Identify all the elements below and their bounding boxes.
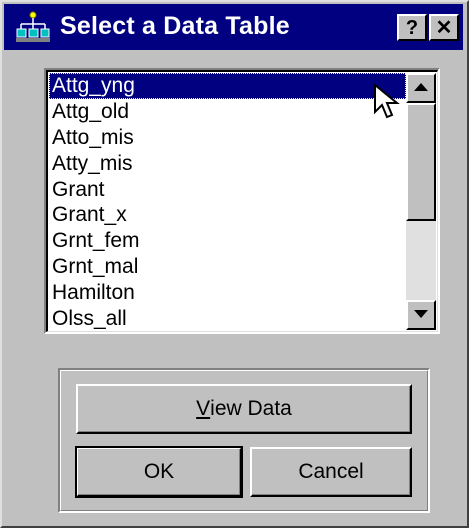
list-item-grant-x[interactable]: Grant_x xyxy=(49,202,406,228)
table-list: Attg_yng Attg_old Atto_mis Atty_mis Gran… xyxy=(49,73,406,331)
scroll-up-button[interactable] xyxy=(406,73,436,103)
close-icon: ✕ xyxy=(435,16,453,39)
list-item-attg-yng[interactable]: Attg_yng xyxy=(49,73,406,99)
list-item-atty-mis[interactable]: Atty_mis xyxy=(49,151,406,177)
list-item-grant[interactable]: Grant xyxy=(49,177,406,203)
list-item-olss-all[interactable]: Olss_all xyxy=(49,306,406,331)
view-data-button[interactable]: View Data xyxy=(76,384,412,434)
scroll-down-button[interactable] xyxy=(406,300,436,330)
view-data-label: iew Data xyxy=(210,397,292,420)
arrow-down-icon xyxy=(414,310,428,318)
ok-label: OK xyxy=(143,460,175,483)
mouse-pointer-icon xyxy=(374,84,400,119)
title-bar[interactable]: Select a Data Table ? ✕ xyxy=(4,4,463,50)
list-item-grnt-fem[interactable]: Grnt_fem xyxy=(49,228,406,254)
ok-button[interactable]: OK xyxy=(75,446,243,498)
list-item-grnt-mal[interactable]: Grnt_mal xyxy=(49,254,406,280)
data-table-icon xyxy=(16,11,50,43)
scroll-thumb[interactable] xyxy=(406,103,436,221)
list-item-hamilton[interactable]: Hamilton xyxy=(49,280,406,306)
list-scrollbar[interactable] xyxy=(406,73,436,330)
arrow-up-icon xyxy=(414,83,428,91)
help-icon: ? xyxy=(405,16,419,39)
cancel-label: Cancel xyxy=(298,460,364,483)
list-item-attg-old[interactable]: Attg_old xyxy=(49,99,406,125)
close-button[interactable]: ✕ xyxy=(429,14,459,41)
cancel-button[interactable]: Cancel xyxy=(250,447,412,497)
view-data-mnemonic: V xyxy=(196,397,211,420)
help-button[interactable]: ? xyxy=(397,14,427,41)
list-item-atto-mis[interactable]: Atto_mis xyxy=(49,125,406,151)
window-title: Select a Data Table xyxy=(60,12,290,40)
